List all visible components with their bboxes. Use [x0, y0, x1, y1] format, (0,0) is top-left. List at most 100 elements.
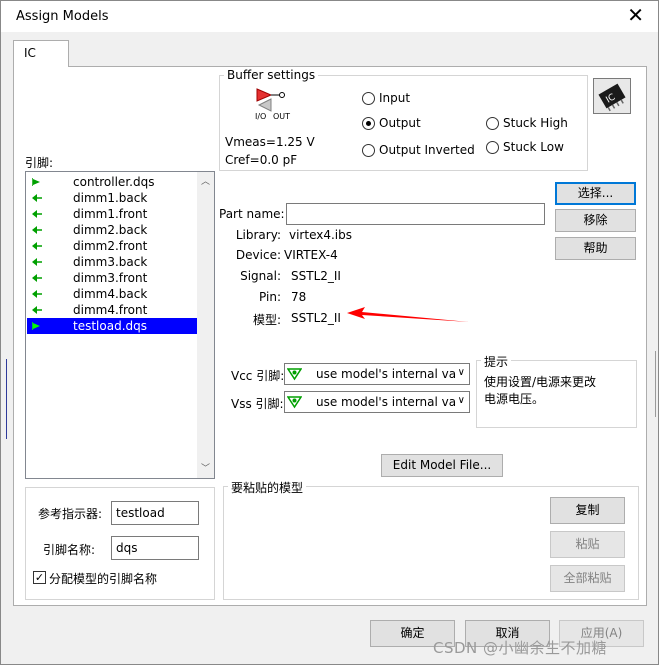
vss-label: Vss 引脚: [231, 397, 284, 411]
library-value: virtex4.ibs [289, 228, 352, 242]
input-pin-icon [32, 306, 42, 314]
input-pin-icon [32, 242, 42, 250]
paste-button[interactable]: 粘贴 [550, 531, 625, 558]
radio-stuck-low-label: Stuck Low [503, 140, 564, 154]
window-title: Assign Models [16, 9, 109, 24]
pin-name: dimm2.back [73, 223, 148, 237]
ref-designator-field[interactable]: testload [111, 501, 199, 525]
pin-name: dimm4.front [73, 303, 148, 317]
chevron-down-icon: ∨ [457, 395, 465, 406]
radio-output-inverted[interactable] [362, 144, 375, 157]
paste-model-title: 要粘贴的模型 [228, 479, 307, 496]
assign-pin-name-checkbox[interactable]: ✓ [33, 571, 46, 584]
scroll-up-icon[interactable]: ︿ [201, 174, 210, 187]
signal-label: Signal: [240, 269, 281, 283]
output-pin-icon [32, 178, 40, 186]
radio-output-inverted-label: Output Inverted [379, 143, 475, 157]
part-name-label: Part name: [219, 207, 285, 221]
assign-pin-name-label: 分配模型的引脚名称 [49, 572, 158, 586]
list-item[interactable]: dimm3.back [27, 254, 197, 270]
radio-stuck-high-label: Stuck High [503, 116, 568, 130]
tab-ic[interactable]: IC [13, 40, 69, 67]
pin-name: testload.dqs [73, 319, 147, 333]
input-pin-icon [32, 226, 42, 234]
part-name-field[interactable] [286, 203, 545, 225]
supply-icon [287, 368, 302, 381]
pin-label: Pin: [259, 290, 281, 304]
pins-scrollbar[interactable]: ︿ ﹀ [197, 172, 214, 478]
list-item[interactable]: dimm2.front [27, 238, 197, 254]
input-pin-icon [32, 274, 42, 282]
list-item[interactable]: dimm2.back [27, 222, 197, 238]
output-pin-icon [32, 322, 40, 330]
hint-text-line1: 使用设置/电源来更改 [484, 375, 597, 389]
vss-pin-select[interactable]: use model's internal va ∨ [284, 391, 470, 413]
signal-value: SSTL2_II [291, 269, 341, 283]
vss-value: use model's internal va [316, 395, 457, 409]
close-icon[interactable]: ✕ [627, 5, 644, 25]
radio-output-label: Output [379, 116, 421, 130]
pin-name-field[interactable]: dqs [111, 536, 199, 560]
input-pin-icon [32, 210, 42, 218]
pin-name: dimm1.back [73, 191, 148, 205]
library-label: Library: [235, 228, 281, 242]
input-pin-icon [32, 258, 42, 266]
pins-label: 引脚: [25, 156, 54, 170]
list-item[interactable]: dimm1.front [27, 206, 197, 222]
input-pin-icon [32, 194, 42, 202]
model-value: SSTL2_II [291, 311, 341, 325]
list-item[interactable]: dimm4.back [27, 286, 197, 302]
tab-ic-label: IC [24, 46, 36, 60]
select-button[interactable]: 选择... [555, 182, 636, 205]
list-item-selected[interactable]: testload.dqs [27, 318, 197, 334]
radio-stuck-high[interactable] [486, 117, 499, 130]
edge-line-right [655, 351, 656, 417]
ref-designator-label: 参考指示器: [38, 507, 103, 521]
list-item[interactable]: dimm4.front [27, 302, 197, 318]
vcc-pin-select[interactable]: use model's internal va ∨ [284, 363, 470, 385]
list-item[interactable]: controller.dqs [27, 174, 197, 190]
list-item[interactable]: dimm1.back [27, 190, 197, 206]
help-button[interactable]: 帮助 [555, 237, 636, 260]
device-value: VIRTEX-4 [284, 248, 338, 262]
pin-name: dimm2.front [73, 239, 148, 253]
pins-listbox[interactable]: controller.dqs dimm1.back dimm1.front di… [25, 171, 215, 479]
hint-title: 提示 [481, 353, 512, 370]
model-label: 模型: [252, 313, 281, 327]
buffer-settings-title: Buffer settings [224, 68, 319, 82]
assign-models-dialog: Assign Models ✕ IC Buffer settings I/O O… [0, 0, 659, 665]
copy-button[interactable]: 复制 [550, 497, 625, 524]
buffer-symbol-icon [256, 88, 285, 112]
cref-text: Cref=0.0 pF [225, 153, 298, 167]
input-pin-icon [32, 290, 42, 298]
list-item[interactable]: dimm3.front [27, 270, 197, 286]
buffer-io-label: I/O [255, 112, 267, 121]
device-label: Device: [235, 248, 281, 262]
pin-name: dimm3.front [73, 271, 148, 285]
vcc-value: use model's internal va [316, 367, 457, 381]
supply-icon [287, 396, 302, 409]
ic-chip-icon[interactable]: IC [593, 78, 631, 114]
pin-name: dimm3.back [73, 255, 148, 269]
edit-model-file-button[interactable]: Edit Model File... [381, 454, 503, 477]
vcc-label: Vcc 引脚: [231, 369, 285, 383]
paste-all-button[interactable]: 全部粘贴 [550, 565, 625, 592]
pin-name: dimm1.front [73, 207, 148, 221]
scroll-down-icon[interactable]: ﹀ [201, 461, 210, 474]
annotation-arrow-icon [347, 307, 469, 322]
remove-button[interactable]: 移除 [555, 209, 636, 232]
csdn-watermark: CSDN @小幽余生不加糖 [433, 639, 608, 657]
pin-name-field-label: 引脚名称: [43, 543, 96, 557]
pin-name: dimm4.back [73, 287, 148, 301]
hint-text-line2: 电源电压。 [484, 392, 545, 406]
buffer-out-label: OUT [273, 112, 291, 121]
radio-output[interactable] [362, 117, 375, 130]
edge-line-left [6, 359, 7, 439]
radio-stuck-low[interactable] [486, 141, 499, 154]
pin-name: controller.dqs [73, 175, 155, 189]
radio-input-label: Input [379, 91, 411, 105]
vmeas-text: Vmeas=1.25 V [225, 135, 315, 149]
chevron-down-icon: ∨ [457, 367, 465, 378]
pin-value: 78 [291, 290, 307, 304]
radio-input[interactable] [362, 92, 375, 105]
